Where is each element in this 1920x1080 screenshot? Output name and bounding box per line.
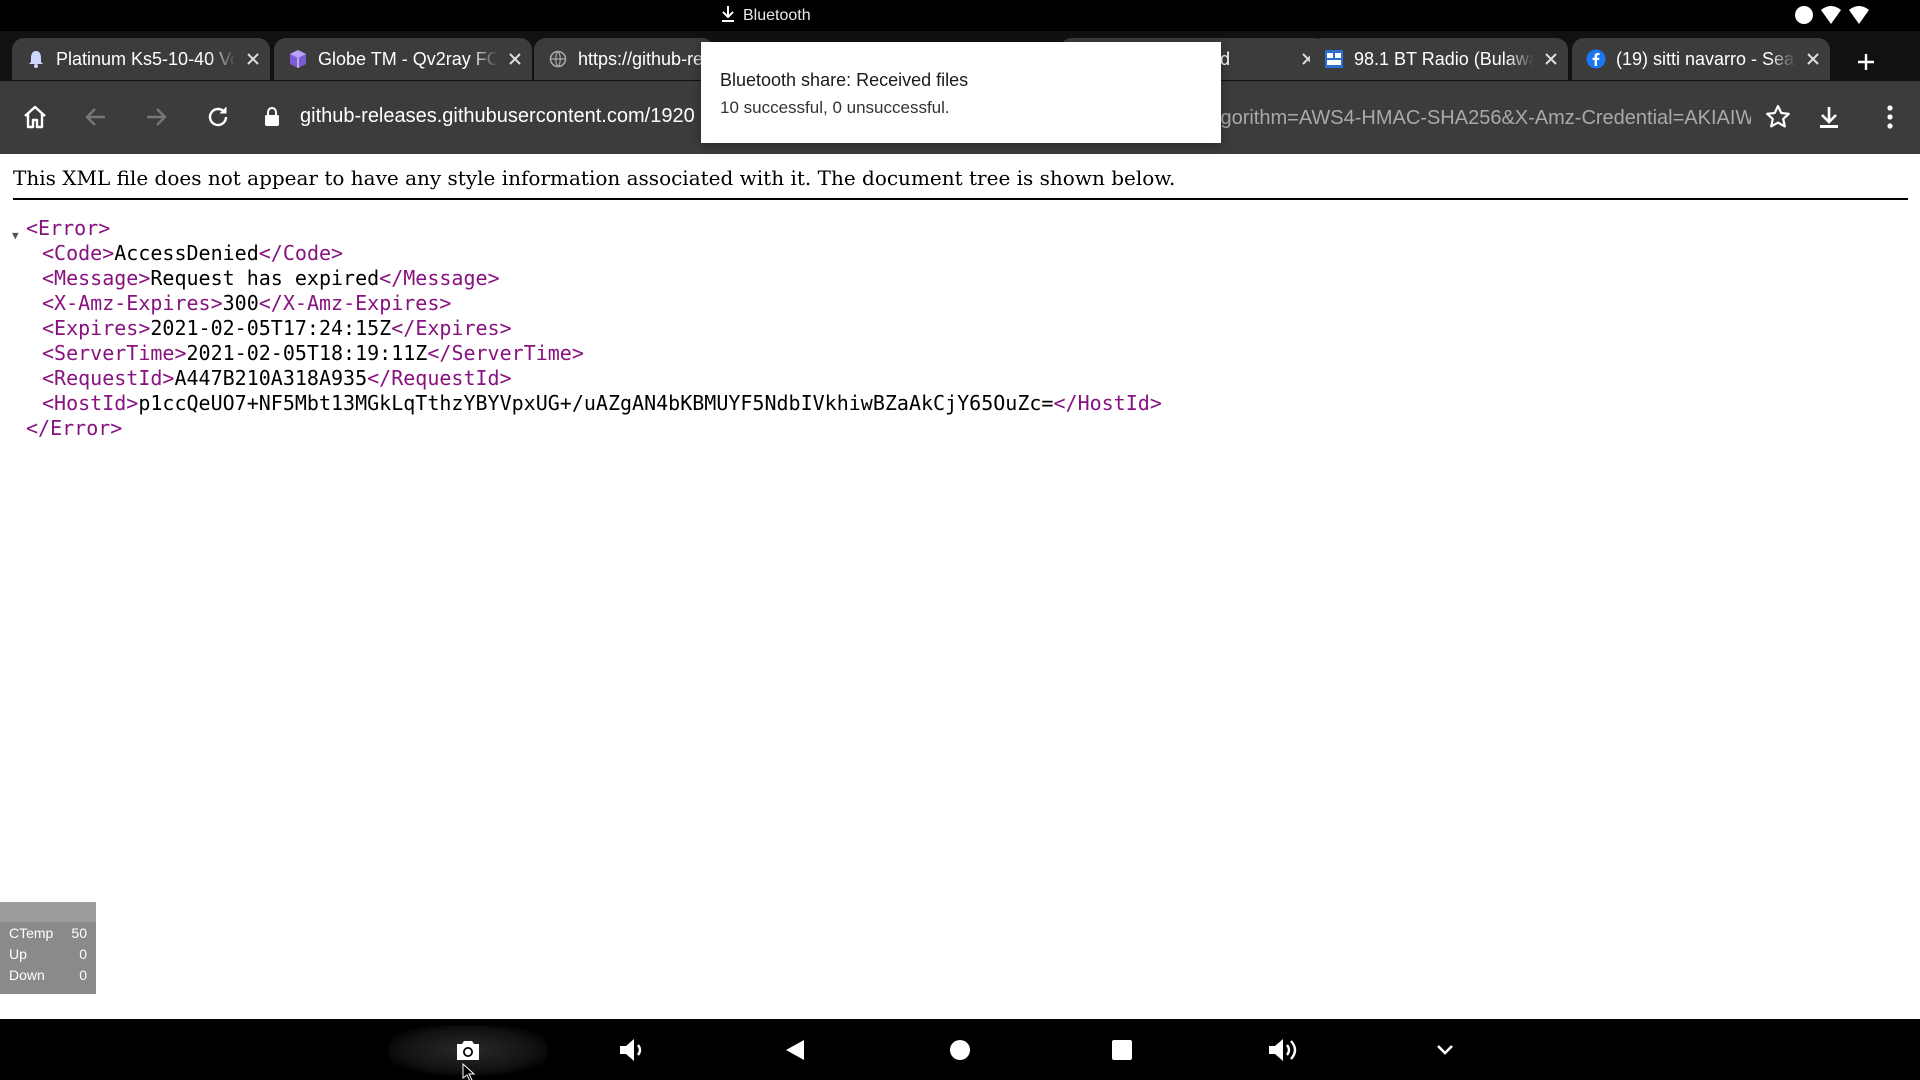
circle-indicator-icon [1794, 5, 1814, 30]
collapse-nav-button[interactable] [1420, 1025, 1470, 1075]
xml-row-request-id: <RequestId>A447B210A318A935</RequestId> [42, 366, 512, 390]
xml-row-host-id: <HostId>p1ccQeUO7+NF5Mbt13MGkLqTthzYBYVp… [42, 391, 1162, 415]
chevron-down-icon [1437, 1045, 1453, 1055]
camera-icon [457, 1041, 479, 1060]
circle-home-icon [950, 1040, 970, 1060]
more-vertical-icon [1887, 105, 1893, 129]
square-recents-icon [1112, 1040, 1132, 1060]
volume-down-icon [620, 1039, 642, 1061]
back-button[interactable] [72, 93, 120, 141]
tab-github-releases[interactable]: https://github-rele [534, 38, 714, 80]
widget-row-ctemp: CTemp 50 [9, 924, 87, 941]
tab-title: https://github-rele [578, 48, 714, 69]
xml-row-expires: <Expires>2021-02-05T17:24:15Z</Expires> [42, 316, 512, 340]
cube-icon [288, 49, 308, 69]
recents-nav-button[interactable] [1097, 1025, 1147, 1075]
tab-facebook-search[interactable]: (19) sitti navarro - Search [1572, 38, 1830, 80]
status-icons [1794, 5, 1870, 30]
back-nav-button[interactable] [770, 1025, 820, 1075]
globe-icon [548, 49, 568, 69]
bookmark-button[interactable] [1754, 93, 1802, 141]
download-icon [1820, 107, 1838, 128]
status-download-notification: Bluetooth [721, 5, 811, 27]
close-icon[interactable] [498, 42, 532, 76]
widget-header [0, 902, 96, 922]
volume-up-button[interactable] [1260, 1025, 1310, 1075]
lock-icon[interactable] [264, 107, 280, 132]
widget-row-down: Down 0 [9, 966, 87, 983]
bell-icon [26, 49, 46, 69]
triangle-back-icon [786, 1040, 804, 1060]
tab-bt-radio[interactable]: 98.1 BT Radio (Bulawan [1310, 38, 1568, 80]
mouse-cursor-icon [462, 1062, 476, 1080]
xml-tree: ▼ <Error> <Code>AccessDenied</Code> <Mes… [12, 216, 1162, 441]
notification-body: 10 successful, 0 unsuccessful. [720, 98, 950, 117]
xml-row-server-time: <ServerTime>2021-02-05T18:19:11Z</Server… [42, 341, 584, 365]
system-monitor-widget: CTemp 50 Up 0 Down 0 [0, 902, 96, 994]
bluetooth-notification[interactable]: Bluetooth share: Received files 10 succe… [701, 42, 1221, 143]
notification-title: Bluetooth share: Received files [720, 70, 969, 90]
xml-row-x-amz-expires: <X-Amz-Expires>300</X-Amz-Expires> [42, 291, 452, 315]
tab-platinum[interactable]: Platinum Ks5-10-40 Vol [12, 38, 270, 80]
close-icon[interactable] [1534, 42, 1568, 76]
facebook-icon [1586, 49, 1606, 69]
tab-globe[interactable]: Globe TM - Qv2ray FOR [274, 38, 532, 80]
url-field-overflow[interactable]: lgorithm=AWS4-HMAC-SHA256&X-Amz-Credenti… [1216, 107, 1751, 130]
close-icon[interactable] [1796, 42, 1830, 76]
xml-row-message: <Message>Request has expired</Message> [42, 266, 500, 290]
tab-title: 98.1 BT Radio (Bulawan [1354, 48, 1534, 69]
reload-button[interactable] [194, 93, 242, 141]
plus-icon [1858, 54, 1874, 70]
xml-root-open: <Error> [26, 216, 111, 240]
download-button[interactable] [1805, 93, 1853, 141]
tab-title: d [1220, 48, 1231, 69]
xml-row-code: <Code>AccessDenied</Code> [42, 241, 344, 265]
radio-icon [1324, 49, 1344, 69]
arrow-right-icon [147, 108, 167, 126]
page-content: This XML file does not appear to have an… [0, 154, 1920, 1019]
menu-button[interactable] [1866, 93, 1914, 141]
tab-title: (19) sitti navarro - Search [1616, 48, 1796, 69]
new-tab-button[interactable] [1848, 44, 1884, 80]
reload-icon [208, 107, 228, 127]
status-download-label: Bluetooth [743, 7, 811, 24]
forward-button[interactable] [132, 93, 180, 141]
wifi-icon [1820, 5, 1842, 30]
tab-title: Platinum Ks5-10-40 Vol [56, 48, 236, 69]
home-nav-button[interactable] [935, 1025, 985, 1075]
xml-root-close: </Error> [26, 416, 123, 440]
xml-style-notice: This XML file does not appear to have an… [13, 166, 1908, 200]
system-nav-bar [0, 1019, 1920, 1080]
collapse-triangle-icon[interactable]: ▼ [12, 223, 19, 248]
volume-up-icon [1269, 1039, 1297, 1061]
wifi-icon-secondary [1848, 5, 1870, 30]
volume-down-button[interactable] [608, 1025, 658, 1075]
status-bar: Bluetooth [0, 0, 1920, 31]
tab-title: Globe TM - Qv2ray FOR [318, 48, 498, 69]
star-icon [1766, 104, 1790, 128]
close-icon[interactable] [236, 42, 270, 76]
home-icon [24, 105, 46, 129]
widget-row-up: Up 0 [9, 945, 87, 962]
download-icon [721, 5, 735, 28]
home-button[interactable] [11, 93, 59, 141]
url-field[interactable]: github-releases.githubusercontent.com/19… [300, 105, 700, 128]
arrow-left-icon [85, 108, 105, 126]
